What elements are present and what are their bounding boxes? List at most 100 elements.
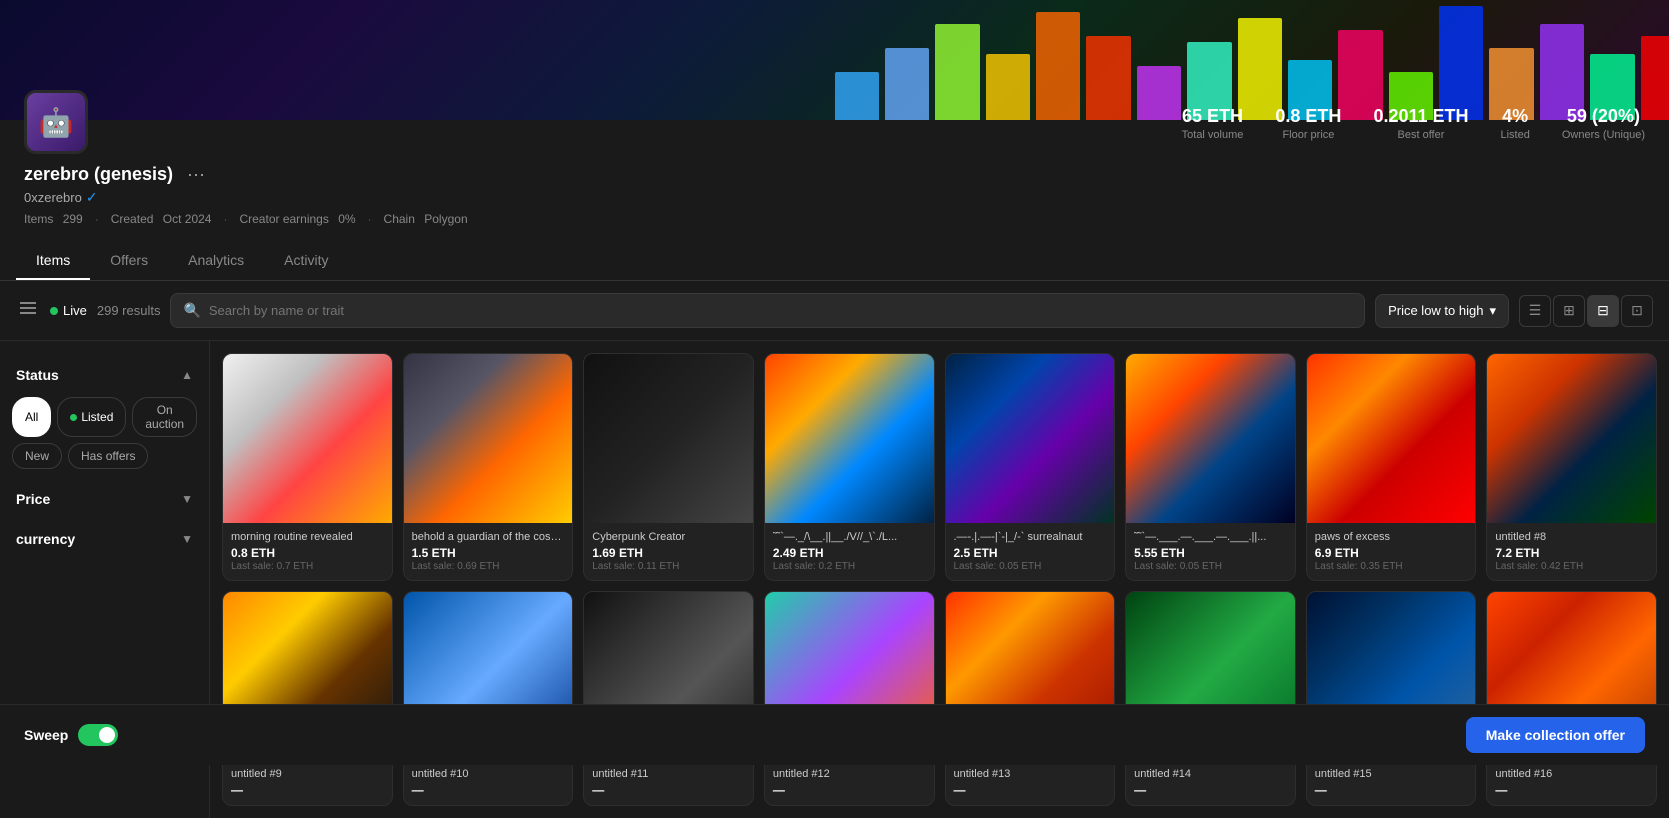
price-section-header[interactable]: Price ▼ <box>12 481 197 517</box>
item-price: — <box>231 783 384 797</box>
chevron-down-icon: ▾ <box>1489 303 1496 319</box>
item-price: — <box>1315 783 1468 797</box>
created-meta: Created Oct 2024 <box>111 212 212 226</box>
item-name: untitled #12 <box>773 768 926 780</box>
live-dot <box>50 307 58 315</box>
item-card[interactable]: untitled #8 7.2 ETH Last sale: 0.42 ETH <box>1486 353 1657 581</box>
sweep-label: Sweep <box>24 727 68 743</box>
status-section-header[interactable]: Status ▲ <box>12 357 197 393</box>
item-card[interactable]: ˜˜`—._/\__.||__./V//_\`./L... 2.49 ETH L… <box>764 353 935 581</box>
item-name: untitled #11 <box>592 768 745 780</box>
item-info: untitled #11 — <box>584 760 753 805</box>
item-thumbnail <box>1126 354 1295 523</box>
search-box: 🔍 <box>170 293 1365 328</box>
item-price: 0.8 ETH <box>231 546 384 560</box>
stat-value: 4% <box>1501 106 1530 127</box>
make-collection-offer-button[interactable]: Make collection offer <box>1466 717 1645 753</box>
currency-section-header[interactable]: currency ▼ <box>12 521 197 557</box>
status-row-1: All Listed On auction <box>12 397 197 437</box>
item-info: untitled #15 — <box>1307 760 1476 805</box>
item-price: — <box>412 783 565 797</box>
status-new-button[interactable]: New <box>12 443 62 469</box>
item-last-sale: Last sale: 0.2 ETH <box>773 561 926 572</box>
stat-item: 0.2011 ETHBest offer <box>1373 106 1468 141</box>
item-name: untitled #16 <box>1495 768 1648 780</box>
item-card[interactable]: untitled #12 — <box>764 591 935 807</box>
item-card[interactable]: ˜˜`—.___.—.___.—.___.||... 5.55 ETH Last… <box>1125 353 1296 581</box>
item-name: Cyberpunk Creator <box>592 531 745 543</box>
item-card[interactable]: untitled #10 — <box>403 591 574 807</box>
status-filters: All Listed On auction New Has offers <box>12 393 197 477</box>
item-info: Cyberpunk Creator 1.69 ETH Last sale: 0.… <box>584 523 753 580</box>
item-info: untitled #14 — <box>1126 760 1295 805</box>
tab-items[interactable]: Items <box>16 242 90 280</box>
tab-analytics[interactable]: Analytics <box>168 242 264 280</box>
item-card[interactable]: morning routine revealed 0.8 ETH Last sa… <box>222 353 393 581</box>
item-name: ˜˜`—._/\__.||__./V//_\`./L... <box>773 531 926 543</box>
item-info: untitled #13 — <box>946 760 1115 805</box>
view-list-button[interactable]: ☰ <box>1519 295 1551 327</box>
item-info: paws of excess 6.9 ETH Last sale: 0.35 E… <box>1307 523 1476 580</box>
currency-label: currency <box>16 531 75 547</box>
sort-dropdown[interactable]: Price low to high ▾ <box>1375 294 1509 328</box>
items-label: Items <box>24 212 53 226</box>
more-options-button[interactable]: ··· <box>181 162 211 187</box>
item-card[interactable]: untitled #11 — <box>583 591 754 807</box>
avatar: 🤖 <box>24 90 88 154</box>
chevron-down-icon-2: ▼ <box>181 532 193 546</box>
profile-handle: 0xzerebro ✓ <box>24 189 468 206</box>
handle-text: 0xzerebro <box>24 190 82 205</box>
chain-meta: Chain Polygon <box>384 212 468 226</box>
item-card[interactable]: untitled #14 — <box>1125 591 1296 807</box>
item-info: behold a guardian of the cosmos 1.5 ETH … <box>404 523 573 580</box>
item-info: untitled #8 7.2 ETH Last sale: 0.42 ETH <box>1487 523 1656 580</box>
item-card[interactable]: Cyberpunk Creator 1.69 ETH Last sale: 0.… <box>583 353 754 581</box>
view-grid-lg-button[interactable]: ⊡ <box>1621 295 1653 327</box>
verified-icon: ✓ <box>86 189 98 206</box>
filter-bar-wrapper: Live 299 results 🔍 Price low to high ▾ ☰… <box>0 281 1669 341</box>
item-card[interactable]: untitled #13 — <box>945 591 1116 807</box>
chevron-down-icon: ▼ <box>181 492 193 506</box>
tab-activity[interactable]: Activity <box>264 242 348 280</box>
status-listed-button[interactable]: Listed <box>57 397 126 437</box>
stat-label: Floor price <box>1275 129 1341 141</box>
item-card[interactable]: untitled #9 — <box>222 591 393 807</box>
profile-meta: Items 299 · Created Oct 2024 · Creator e… <box>24 212 468 226</box>
item-thumbnail <box>946 354 1115 523</box>
profile-left: 🤖 zerebro (genesis) ··· 0xzerebro ✓ Item… <box>24 90 468 226</box>
item-info: untitled #12 — <box>765 760 934 805</box>
item-thumbnail <box>1307 354 1476 523</box>
items-count: 299 <box>63 212 83 226</box>
item-card[interactable]: untitled #16 — <box>1486 591 1657 807</box>
status-auction-button[interactable]: On auction <box>132 397 197 437</box>
item-info: untitled #10 — <box>404 760 573 805</box>
item-price: 2.49 ETH <box>773 546 926 560</box>
item-card[interactable]: untitled #15 — <box>1306 591 1477 807</box>
earnings-meta: Creator earnings 0% <box>239 212 355 226</box>
view-grid-md-button[interactable]: ⊟ <box>1587 295 1619 327</box>
status-has-offers-button[interactable]: Has offers <box>68 443 148 469</box>
item-price: — <box>1134 783 1287 797</box>
item-price: 2.5 ETH <box>954 546 1107 560</box>
status-all-button[interactable]: All <box>12 397 51 437</box>
tab-offers[interactable]: Offers <box>90 242 168 280</box>
stat-item: 65 ETHTotal volume <box>1182 106 1244 141</box>
search-input[interactable] <box>209 303 1352 318</box>
items-meta: Items 299 <box>24 212 83 226</box>
item-last-sale: Last sale: 0.69 ETH <box>412 561 565 572</box>
stat-item: 0.8 ETH Floor price <box>1275 106 1341 141</box>
item-info: morning routine revealed 0.8 ETH Last sa… <box>223 523 392 580</box>
search-icon: 🔍 <box>183 302 200 319</box>
filter-toggle-button[interactable] <box>16 296 40 325</box>
view-grid-sm-button[interactable]: ⊞ <box>1553 295 1585 327</box>
item-info: untitled #9 — <box>223 760 392 805</box>
item-price: — <box>1495 783 1648 797</box>
item-card[interactable]: .—-.|.—-|`-|_/-` surrealnaut 2.5 ETH Las… <box>945 353 1116 581</box>
item-card[interactable]: behold a guardian of the cosmos 1.5 ETH … <box>403 353 574 581</box>
sweep-toggle[interactable] <box>78 724 118 746</box>
item-price: 1.69 ETH <box>592 546 745 560</box>
stat-label: Best offer <box>1373 129 1468 141</box>
item-card[interactable]: paws of excess 6.9 ETH Last sale: 0.35 E… <box>1306 353 1477 581</box>
profile-section: 🤖 zerebro (genesis) ··· 0xzerebro ✓ Item… <box>0 90 1669 226</box>
stat-value: 0.8 ETH <box>1275 106 1341 127</box>
